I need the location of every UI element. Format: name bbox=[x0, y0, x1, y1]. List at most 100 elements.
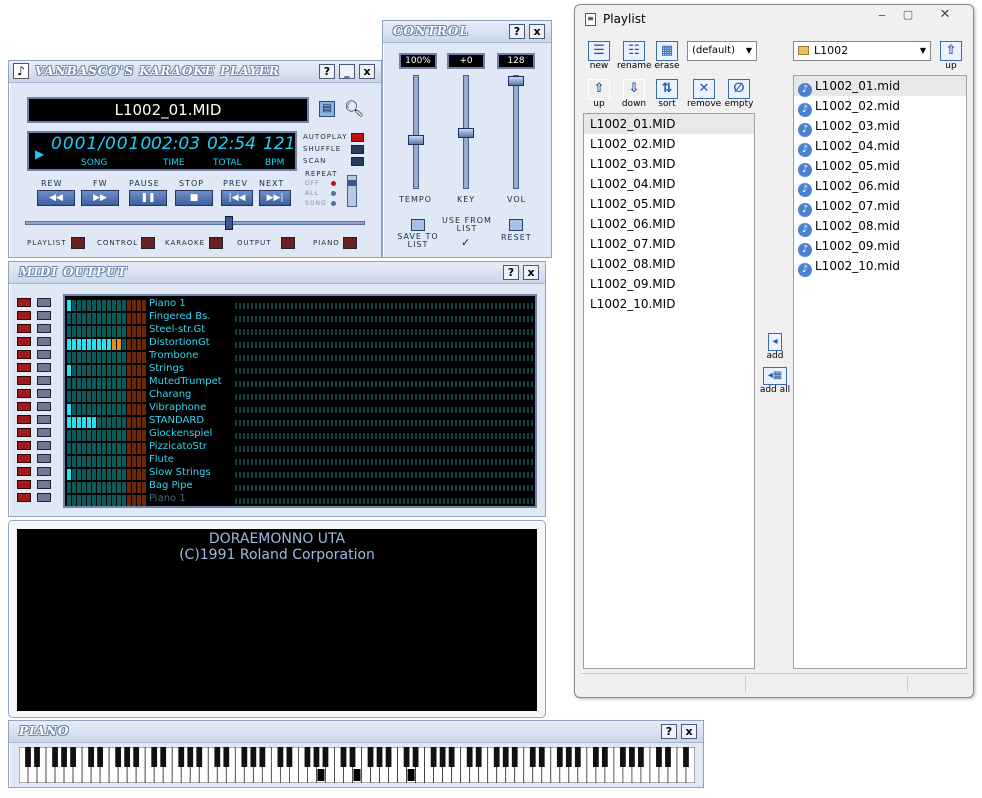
tempo-slider[interactable] bbox=[408, 75, 424, 189]
piano-black-key[interactable] bbox=[250, 747, 257, 767]
playlist-item[interactable]: L1002_05.MID bbox=[584, 194, 754, 214]
channel-mute-14[interactable] bbox=[17, 467, 31, 476]
piano-black-key[interactable] bbox=[115, 747, 122, 767]
piano-black-key[interactable] bbox=[286, 747, 293, 767]
piano-keyboard[interactable] bbox=[19, 747, 695, 783]
channel-mute-2[interactable] bbox=[17, 311, 31, 320]
channel-solo-5[interactable] bbox=[37, 350, 51, 359]
piano-black-key[interactable] bbox=[124, 747, 131, 767]
piano-black-key[interactable] bbox=[683, 747, 689, 767]
shuffle-toggle[interactable] bbox=[351, 145, 364, 154]
piano-black-key[interactable] bbox=[638, 747, 644, 767]
piano-black-key[interactable] bbox=[52, 747, 58, 767]
piano-black-key[interactable] bbox=[160, 747, 167, 767]
rewind-button[interactable]: ◀◀ bbox=[37, 190, 75, 206]
channel-mute-5[interactable] bbox=[17, 350, 31, 359]
piano-black-key[interactable] bbox=[70, 747, 76, 767]
channel-mute-1[interactable] bbox=[17, 298, 31, 307]
channel-solo-12[interactable] bbox=[37, 441, 51, 450]
window-close-button[interactable]: ✕ bbox=[925, 7, 965, 25]
channel-solo-13[interactable] bbox=[37, 454, 51, 463]
playlist-item[interactable]: L1002_10.MID bbox=[584, 294, 754, 314]
channel-mute-11[interactable] bbox=[17, 428, 31, 437]
piano-black-key[interactable] bbox=[304, 747, 311, 767]
piano-black-key[interactable] bbox=[601, 747, 608, 767]
piano-black-key[interactable] bbox=[223, 747, 230, 767]
piano-black-key[interactable] bbox=[620, 747, 626, 767]
piano-black-key[interactable] bbox=[556, 747, 563, 767]
channel-solo-14[interactable] bbox=[37, 467, 51, 476]
piano-black-key[interactable] bbox=[529, 747, 536, 767]
remove-button[interactable]: ✕ remove bbox=[687, 79, 721, 109]
channel-solo-11[interactable] bbox=[37, 428, 51, 437]
stop-button[interactable]: ■ bbox=[175, 190, 213, 206]
channel-solo-15[interactable] bbox=[37, 480, 51, 489]
channel-solo-16[interactable] bbox=[37, 493, 51, 502]
playlist-item[interactable]: L1002_04.MID bbox=[584, 174, 754, 194]
folder-file-item[interactable]: ♪ L1002_06.mid bbox=[794, 176, 966, 197]
reset-button[interactable] bbox=[509, 219, 523, 231]
toggle-output-window[interactable] bbox=[281, 237, 295, 249]
erase-button[interactable]: ▦ erase bbox=[653, 41, 681, 71]
piano-black-key[interactable] bbox=[25, 747, 31, 767]
midi-close-button[interactable]: x bbox=[523, 265, 539, 280]
scan-toggle[interactable] bbox=[351, 157, 364, 166]
folder-file-item[interactable]: ♪ L1002_01.mid bbox=[794, 76, 966, 97]
channel-mute-7[interactable] bbox=[17, 376, 31, 385]
piano-black-key[interactable] bbox=[475, 747, 482, 767]
channel-mute-10[interactable] bbox=[17, 415, 31, 424]
piano-black-key[interactable] bbox=[466, 747, 473, 767]
channel-mute-15[interactable] bbox=[17, 480, 31, 489]
folder-file-item[interactable]: ♪ L1002_04.mid bbox=[794, 136, 966, 157]
piano-black-key[interactable] bbox=[439, 747, 446, 767]
repeat-all-radio[interactable] bbox=[331, 191, 336, 196]
playlist-item[interactable]: L1002_01.MID bbox=[584, 114, 754, 134]
piano-black-key[interactable] bbox=[665, 747, 671, 767]
piano-black-key[interactable] bbox=[448, 747, 455, 767]
folder-files[interactable]: ♪ L1002_01.mid ♪ L1002_02.mid ♪ L1002_03.mid ♪… bbox=[793, 75, 967, 669]
piano-black-key[interactable] bbox=[196, 747, 203, 767]
channel-solo-8[interactable] bbox=[37, 389, 51, 398]
channel-solo-4[interactable] bbox=[37, 337, 51, 346]
piano-black-key[interactable] bbox=[97, 747, 104, 767]
move-down-button[interactable]: ⇩ down bbox=[617, 79, 651, 109]
piano-black-key[interactable] bbox=[178, 747, 185, 767]
piano-black-key[interactable] bbox=[187, 747, 194, 767]
use-from-list-checkbox[interactable]: ✓ bbox=[461, 236, 470, 249]
minimize-button[interactable]: _ bbox=[339, 64, 355, 79]
autoplay-toggle[interactable] bbox=[351, 133, 364, 142]
piano-black-key[interactable] bbox=[322, 747, 329, 767]
piano-black-key[interactable] bbox=[313, 747, 320, 767]
piano-black-key[interactable] bbox=[34, 747, 40, 767]
piano-black-key[interactable] bbox=[61, 747, 67, 767]
vol-slider[interactable] bbox=[508, 75, 524, 189]
piano-help-button[interactable]: ? bbox=[661, 724, 677, 739]
new-button[interactable]: ☰ new bbox=[585, 41, 613, 71]
piano-black-key[interactable] bbox=[385, 747, 392, 767]
window-minimize-button[interactable]: ‒ bbox=[869, 8, 895, 26]
control-titlebar[interactable]: CONTROL ? x bbox=[383, 21, 551, 43]
pause-button[interactable]: ❚❚ bbox=[129, 190, 167, 206]
playlist-item[interactable]: L1002_03.MID bbox=[584, 154, 754, 174]
piano-black-key[interactable] bbox=[574, 747, 581, 767]
piano-black-key[interactable] bbox=[412, 747, 419, 767]
piano-black-key[interactable] bbox=[376, 747, 383, 767]
piano-black-key[interactable] bbox=[277, 747, 284, 767]
folder-file-item[interactable]: ♪ L1002_05.mid bbox=[794, 156, 966, 177]
seek-thumb[interactable] bbox=[225, 216, 234, 230]
channel-mute-13[interactable] bbox=[17, 454, 31, 463]
control-close-button[interactable]: x bbox=[529, 24, 545, 39]
move-up-button[interactable]: ⇧ up bbox=[585, 79, 613, 109]
add-all-button[interactable]: ◂▦ add all bbox=[759, 367, 791, 395]
folder-file-item[interactable]: ♪ L1002_10.mid bbox=[794, 256, 966, 277]
playlist-items[interactable]: L1002_01.MID L1002_02.MID L1002_03.MID L100… bbox=[583, 113, 755, 669]
toggle-piano-window[interactable] bbox=[343, 237, 357, 249]
playlist-item[interactable]: L1002_09.MID bbox=[584, 274, 754, 294]
playlist-item[interactable]: L1002_02.MID bbox=[584, 134, 754, 154]
piano-black-key[interactable] bbox=[133, 747, 140, 767]
seek-bar[interactable] bbox=[25, 216, 365, 230]
piano-black-key[interactable] bbox=[151, 747, 158, 767]
channel-solo-9[interactable] bbox=[37, 402, 51, 411]
piano-black-key[interactable] bbox=[565, 747, 572, 767]
window-maximize-button[interactable]: ▢ bbox=[895, 8, 921, 26]
